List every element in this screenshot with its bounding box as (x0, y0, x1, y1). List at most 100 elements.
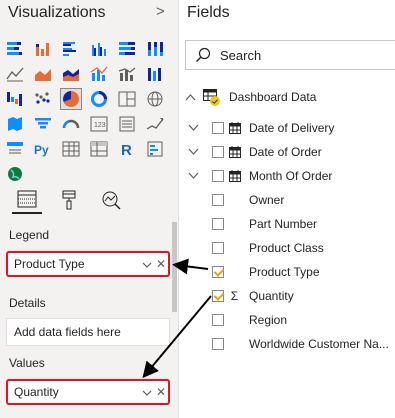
remove-field-close-icon[interactable]: ✕ (154, 257, 168, 271)
collapse-pane-chevron-right-icon[interactable]: > (156, 3, 165, 20)
kpi-icon[interactable] (144, 113, 166, 135)
svg-text:R: R (121, 142, 132, 159)
table-icon[interactable] (60, 138, 82, 160)
field-checkbox[interactable] (212, 314, 224, 326)
clustered-bar-icon[interactable] (60, 38, 82, 60)
search-placeholder: Search (220, 48, 262, 63)
r-visual-icon[interactable]: R (116, 138, 138, 160)
field-checkbox[interactable] (212, 194, 224, 206)
field-row[interactable]: Part Number (179, 213, 395, 235)
card-icon[interactable]: 123 (88, 113, 110, 135)
matrix-icon[interactable] (88, 138, 110, 160)
field-row[interactable]: Owner (179, 189, 395, 211)
fields-title: Fields (187, 4, 230, 21)
field-row[interactable]: Worldwide Customer Na... (179, 333, 395, 355)
donut-chart-icon[interactable] (88, 88, 110, 110)
field-checkbox[interactable] (212, 146, 224, 158)
visualizations-pane: Visualizations > 123 Py R Legend Product… (0, 0, 178, 418)
svg-text:123: 123 (94, 122, 106, 129)
globe-icon[interactable] (4, 163, 26, 185)
values-well-field[interactable]: Quantity ✕ (6, 379, 170, 405)
field-checkbox[interactable] (212, 218, 224, 230)
field-name: Part Number (249, 217, 318, 231)
sigma-icon: Σ (230, 289, 239, 303)
table-icon (203, 89, 221, 106)
table-dashboard-data[interactable]: Dashboard Data (185, 88, 316, 106)
100-column-icon[interactable] (144, 38, 166, 60)
100-bar-icon[interactable] (116, 38, 138, 60)
calendar-icon (228, 146, 241, 159)
field-name: Product Class (249, 241, 324, 255)
chevron-down-icon[interactable] (188, 146, 199, 158)
format-paint-icon[interactable] (54, 186, 84, 214)
calendar-icon (228, 122, 241, 135)
legend-well-field[interactable]: Product Type ✕ (6, 251, 170, 277)
field-row[interactable]: Date of Delivery (179, 117, 395, 139)
line-column-icon[interactable] (88, 63, 110, 85)
multi-row-card-icon[interactable] (116, 113, 138, 135)
field-name: Month Of Order (249, 169, 333, 183)
search-icon (195, 47, 211, 68)
line-stacked-column-icon[interactable] (116, 63, 138, 85)
field-checkbox[interactable] (212, 122, 224, 134)
field-checkbox[interactable] (212, 170, 224, 182)
visualizations-title: Visualizations (8, 4, 106, 21)
scrollbar-thumb[interactable] (172, 222, 177, 312)
field-row[interactable]: Σ Quantity (179, 285, 395, 307)
field-checkbox[interactable] (212, 266, 224, 278)
chevron-down-icon[interactable] (185, 90, 199, 104)
stacked-area-icon[interactable] (60, 63, 82, 85)
svg-text:Py: Py (34, 143, 49, 157)
pane-tabs (8, 186, 158, 216)
field-checkbox[interactable] (212, 242, 224, 254)
clustered-column-icon[interactable] (88, 38, 110, 60)
calendar-icon (228, 170, 241, 183)
search-input[interactable]: Search (185, 40, 395, 70)
values-field-name: Quantity (14, 385, 59, 399)
chevron-down-icon[interactable] (188, 170, 199, 182)
python-visual-icon[interactable]: Py (32, 138, 54, 160)
field-name: Date of Order (249, 145, 322, 159)
ribbon-chart-icon[interactable] (144, 63, 166, 85)
field-row[interactable]: Region (179, 309, 395, 331)
field-checkbox[interactable] (212, 338, 224, 350)
gauge-icon[interactable] (60, 113, 82, 135)
field-checkbox[interactable] (212, 290, 224, 302)
table-in-use-badge (210, 96, 220, 106)
stacked-bar-icon[interactable] (4, 38, 26, 60)
field-row[interactable]: Product Type (179, 261, 395, 283)
field-name: Region (249, 313, 288, 327)
fields-tab-icon[interactable] (12, 186, 42, 214)
scatter-chart-icon[interactable] (32, 88, 54, 110)
map-icon[interactable] (144, 88, 166, 110)
line-chart-icon[interactable] (4, 63, 26, 85)
field-row[interactable]: Date of Order (179, 141, 395, 163)
legend-well-label: Legend (9, 228, 50, 242)
details-drop-zone[interactable]: Add data fields here (6, 318, 170, 346)
stacked-column-icon[interactable] (32, 38, 54, 60)
filled-map-icon[interactable] (4, 113, 26, 135)
remove-field-close-icon[interactable]: ✕ (154, 385, 168, 399)
waterfall-icon[interactable] (4, 88, 26, 110)
details-well-label: Details (9, 296, 46, 310)
field-name: Worldwide Customer Na... (249, 337, 389, 351)
field-row[interactable]: Month Of Order (179, 165, 395, 187)
funnel-icon[interactable] (32, 113, 54, 135)
table-name: Dashboard Data (229, 90, 317, 104)
pie-chart-icon[interactable] (60, 88, 82, 110)
area-chart-icon[interactable] (32, 63, 54, 85)
wells-scrollbar[interactable] (172, 222, 177, 418)
chevron-down-icon[interactable] (140, 385, 154, 399)
field-name: Date of Delivery (249, 121, 335, 135)
field-row[interactable]: Product Class (179, 237, 395, 259)
chevron-down-icon[interactable] (140, 257, 154, 271)
chevron-down-icon[interactable] (188, 122, 199, 134)
field-name: Quantity (249, 289, 294, 303)
treemap-icon[interactable] (116, 88, 138, 110)
values-well-label: Values (9, 356, 45, 370)
field-name: Owner (249, 193, 285, 207)
legend-field-name: Product Type (14, 257, 85, 271)
key-influencers-icon[interactable] (144, 138, 166, 160)
slicer-icon[interactable] (4, 138, 26, 160)
analytics-icon[interactable] (96, 186, 126, 214)
